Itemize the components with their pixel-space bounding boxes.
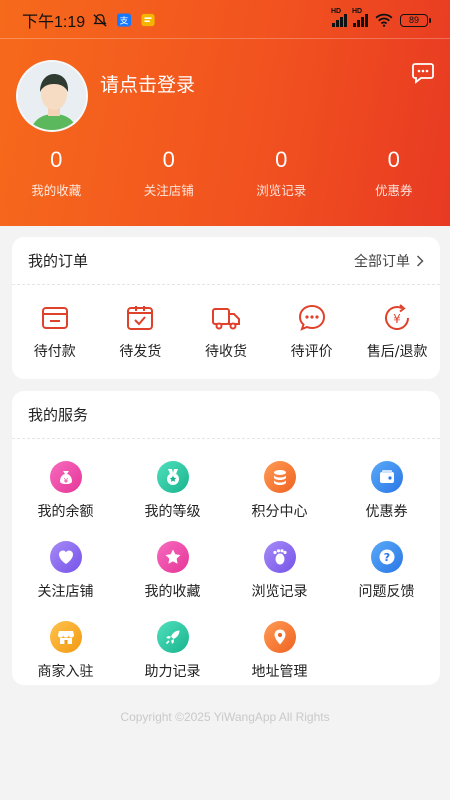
order-pending-review[interactable]: 待评价 bbox=[269, 303, 355, 361]
message-icon[interactable] bbox=[411, 62, 435, 84]
chat-app-icon bbox=[141, 13, 155, 27]
order-after-sales[interactable]: ¥ 售后/退款 bbox=[354, 303, 440, 361]
order-label: 待收货 bbox=[204, 344, 247, 360]
stat-label: 我的收藏 bbox=[31, 183, 82, 198]
orders-title: 我的订单 bbox=[28, 252, 89, 270]
svg-text:¥: ¥ bbox=[63, 477, 68, 485]
order-label: 待发货 bbox=[119, 344, 162, 360]
wifi-icon bbox=[375, 13, 393, 27]
svg-text:支: 支 bbox=[120, 15, 129, 27]
svg-text:¥: ¥ bbox=[393, 312, 401, 326]
orders-card: 我的订单 全部订单 待付款 待发货 待收货 待评价 ¥ 售后/退款 bbox=[12, 237, 440, 379]
all-orders-label: 全部订单 bbox=[354, 253, 410, 270]
service-label: 我的收藏 bbox=[144, 584, 201, 600]
service-history[interactable]: 浏览记录 bbox=[226, 541, 333, 601]
stat-label: 浏览记录 bbox=[256, 183, 307, 198]
battery-icon: 89 bbox=[400, 13, 431, 27]
package-icon bbox=[127, 306, 154, 330]
question-icon: ? bbox=[370, 541, 403, 573]
coupon-icon bbox=[370, 461, 403, 493]
stat-history[interactable]: 0 浏览记录 bbox=[225, 146, 338, 199]
coins-icon bbox=[263, 461, 296, 493]
truck-icon bbox=[211, 308, 240, 330]
stats-row: 0 我的收藏 0 关注店铺 0 浏览记录 0 优惠券 bbox=[0, 146, 450, 199]
rocket-icon bbox=[156, 621, 189, 653]
star-icon bbox=[156, 541, 189, 573]
stat-value: 0 bbox=[387, 147, 400, 172]
service-balance[interactable]: ¥ 我的余额 bbox=[12, 461, 119, 521]
signal-1-icon: HD bbox=[331, 8, 347, 27]
mute-bell-icon bbox=[93, 14, 107, 27]
shop-icon bbox=[49, 621, 82, 653]
services-card: 我的服务 ¥ 我的余额 我的等级 积分中心 优惠券 关注店铺 我的收藏 浏览记录… bbox=[12, 391, 440, 685]
all-orders-link[interactable]: 全部订单 bbox=[354, 251, 424, 271]
header-divider bbox=[0, 38, 450, 39]
order-status-row: 待付款 待发货 待收货 待评价 ¥ 售后/退款 bbox=[12, 285, 440, 361]
service-label: 商家入驻 bbox=[37, 664, 94, 680]
stat-coupons[interactable]: 0 优惠券 bbox=[338, 146, 450, 199]
wallet-icon bbox=[41, 307, 68, 329]
service-feedback[interactable]: ? 问题反馈 bbox=[333, 541, 440, 601]
stat-value: 0 bbox=[275, 147, 288, 172]
service-merchant-join[interactable]: 商家入驻 bbox=[12, 621, 119, 681]
order-pending-receipt[interactable]: 待收货 bbox=[183, 303, 269, 361]
service-address[interactable]: 地址管理 bbox=[226, 621, 333, 681]
service-coupons[interactable]: 优惠券 bbox=[333, 461, 440, 521]
avatar[interactable] bbox=[16, 60, 88, 132]
service-label: 问题反馈 bbox=[358, 584, 415, 600]
service-label: 关注店铺 bbox=[37, 584, 94, 600]
profile-header: 下午1:19 支 HD HD 89 请点击登录 0 我的收藏 0 关注店铺 0 … bbox=[0, 0, 450, 226]
status-time: 下午1:19 bbox=[22, 14, 86, 31]
stat-value: 0 bbox=[162, 147, 175, 172]
service-favorites[interactable]: 我的收藏 bbox=[119, 541, 226, 601]
footprint-icon bbox=[263, 541, 296, 573]
service-label: 助力记录 bbox=[144, 664, 201, 680]
status-bar: 下午1:19 支 HD HD 89 bbox=[0, 0, 450, 40]
order-label: 待评价 bbox=[290, 344, 333, 360]
money-bag-icon: ¥ bbox=[49, 461, 82, 493]
stat-value: 0 bbox=[50, 147, 63, 172]
order-pending-shipment[interactable]: 待发货 bbox=[98, 303, 184, 361]
stat-label: 关注店铺 bbox=[143, 183, 194, 198]
order-label: 待付款 bbox=[33, 344, 76, 360]
location-icon bbox=[263, 621, 296, 653]
copyright-text: Copyright ©2025 YiWangApp All Rights bbox=[120, 710, 330, 724]
services-header: 我的服务 bbox=[12, 391, 440, 439]
signal-2-icon: HD bbox=[352, 8, 368, 27]
order-pending-payment[interactable]: 待付款 bbox=[12, 303, 98, 361]
orders-header: 我的订单 全部订单 bbox=[12, 237, 440, 285]
alipay-icon: 支 bbox=[117, 13, 132, 27]
stat-favorites[interactable]: 0 我的收藏 bbox=[0, 146, 113, 199]
refund-icon: ¥ bbox=[385, 304, 410, 330]
stat-followed-shops[interactable]: 0 关注店铺 bbox=[113, 146, 226, 199]
service-label: 我的等级 bbox=[144, 504, 201, 520]
service-level[interactable]: 我的等级 bbox=[119, 461, 226, 521]
service-followed-shops[interactable]: 关注店铺 bbox=[12, 541, 119, 601]
services-grid: ¥ 我的余额 我的等级 积分中心 优惠券 关注店铺 我的收藏 浏览记录 ? 问题… bbox=[12, 439, 440, 681]
heart-icon bbox=[49, 541, 82, 573]
svg-text:?: ? bbox=[383, 551, 389, 564]
service-label: 优惠券 bbox=[365, 504, 408, 520]
comment-icon bbox=[298, 304, 325, 331]
order-label: 售后/退款 bbox=[366, 344, 428, 360]
medal-icon bbox=[156, 461, 189, 493]
chevron-right-icon bbox=[416, 254, 424, 267]
service-label: 浏览记录 bbox=[251, 584, 308, 600]
default-avatar-icon bbox=[18, 62, 86, 130]
service-points[interactable]: 积分中心 bbox=[226, 461, 333, 521]
service-label: 积分中心 bbox=[251, 504, 308, 520]
services-title: 我的服务 bbox=[28, 406, 89, 424]
service-label: 我的余额 bbox=[37, 504, 94, 520]
stat-label: 优惠券 bbox=[374, 183, 413, 198]
login-prompt[interactable]: 请点击登录 bbox=[100, 70, 195, 97]
service-label: 地址管理 bbox=[251, 664, 308, 680]
service-boost-records[interactable]: 助力记录 bbox=[119, 621, 226, 681]
